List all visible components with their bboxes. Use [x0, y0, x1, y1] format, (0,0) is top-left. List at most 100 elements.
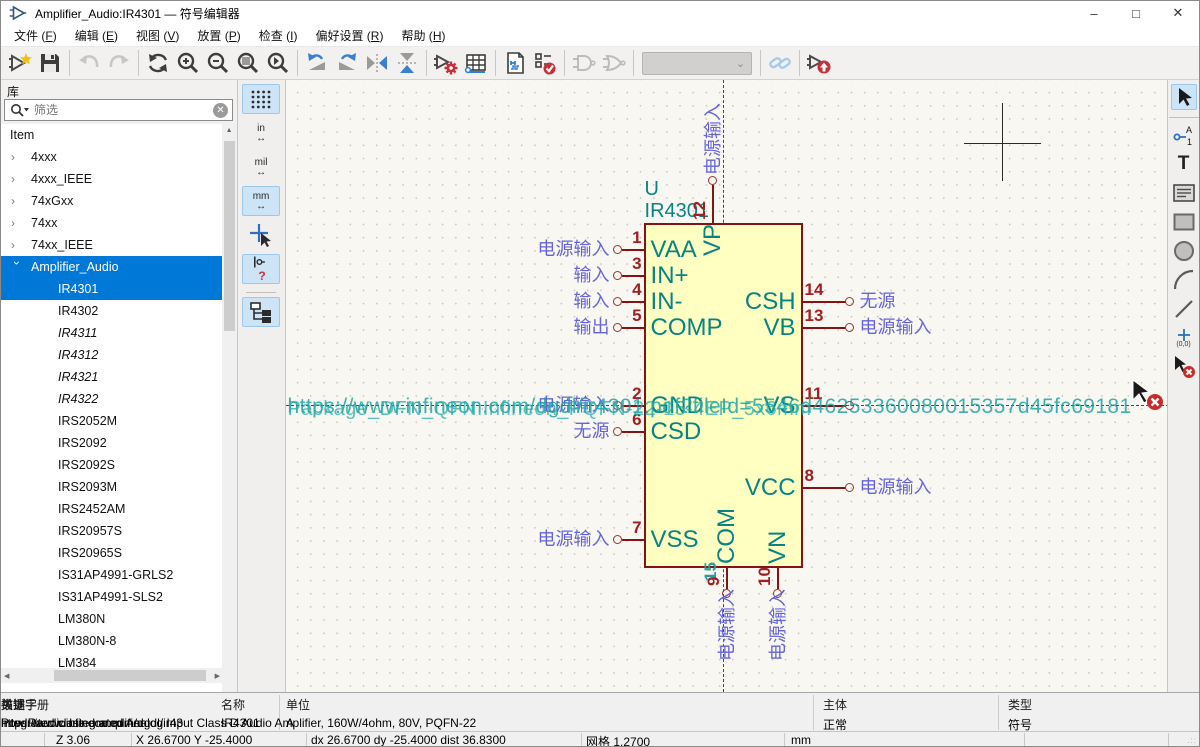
- symbol-properties-button[interactable]: [431, 49, 461, 77]
- text-tool[interactable]: T: [1171, 151, 1197, 177]
- maximize-button[interactable]: □: [1115, 1, 1157, 25]
- zoom-selection-button[interactable]: [263, 49, 293, 77]
- delete-tool[interactable]: [1171, 354, 1197, 380]
- sync-pins-button[interactable]: [765, 49, 795, 77]
- pin-10-number[interactable]: 10: [755, 567, 774, 586]
- tree-item-IR4311[interactable]: IR4311: [1, 322, 223, 344]
- tree-item-LM380N[interactable]: LM380N: [1, 608, 223, 630]
- pin-7-number[interactable]: 7: [612, 519, 641, 537]
- tree-vertical-scrollbar[interactable]: ▲ ▼: [221, 124, 237, 746]
- tree-item-IRS2052M[interactable]: IRS2052M: [1, 410, 223, 432]
- arc-tool[interactable]: [1171, 267, 1197, 293]
- expander-icon[interactable]: ›: [11, 216, 23, 230]
- refresh-view-button[interactable]: [143, 49, 173, 77]
- pin-7-type-label[interactable]: 电源输入: [412, 530, 610, 548]
- tree-item-IRS2092[interactable]: IRS2092: [1, 432, 223, 454]
- pin-5-type-label[interactable]: 输出: [412, 318, 610, 336]
- pin-13-number[interactable]: 13: [805, 307, 841, 325]
- pin-3-line[interactable]: [621, 275, 644, 277]
- save-button[interactable]: [35, 49, 65, 77]
- pin-9-name[interactable]: COM: [713, 508, 740, 564]
- pin-4-number[interactable]: 4: [612, 281, 641, 299]
- pin-10-line[interactable]: [776, 568, 779, 589]
- pin-10-type-label[interactable]: 电源输入: [768, 589, 788, 661]
- pin-9-line[interactable]: [725, 568, 728, 589]
- redo-button[interactable]: [104, 49, 134, 77]
- tree-item-IR4302[interactable]: IR4302: [1, 300, 223, 322]
- tree-item-74xx_IEEE[interactable]: › 74xx_IEEE: [1, 234, 223, 256]
- tree-item-4xxx_IEEE[interactable]: › 4xxx_IEEE: [1, 168, 223, 190]
- editor-canvas[interactable]: U IR4301 1 VAA 电源输入 3 IN+ 输入 4 IN- 输入 5 COMP 输出 2 GND…: [285, 80, 1168, 692]
- rectangle-tool[interactable]: [1171, 209, 1197, 235]
- pin-14-number[interactable]: 14: [805, 281, 841, 299]
- pin-7-name[interactable]: VSS: [651, 527, 699, 553]
- pin-14-type-label[interactable]: 无源: [860, 292, 896, 310]
- close-button[interactable]: ✕: [1157, 1, 1199, 25]
- menu-H[interactable]: 帮助 (H): [392, 25, 454, 46]
- tree-item-IR4312[interactable]: IR4312: [1, 344, 223, 366]
- mirror-vertical-button[interactable]: [392, 49, 422, 77]
- pin-7-line[interactable]: [621, 539, 644, 541]
- pin-6-name[interactable]: CSD: [651, 419, 702, 445]
- pin-6-line[interactable]: [621, 431, 644, 433]
- menu-V[interactable]: 视图 (V): [127, 25, 188, 46]
- pin-13-type-label[interactable]: 电源输入: [860, 318, 932, 336]
- tree-item-IRS2092S[interactable]: IRS2092S: [1, 454, 223, 476]
- pin-8-number[interactable]: 8: [805, 467, 841, 485]
- pin-4-type-label[interactable]: 输入: [412, 292, 610, 310]
- pin-3-name[interactable]: IN+: [651, 263, 689, 289]
- pin-3-number[interactable]: 3: [612, 255, 641, 273]
- tree-item-IRS2093M[interactable]: IRS2093M: [1, 476, 223, 498]
- anchor-tool[interactable]: (0,0): [1171, 325, 1197, 351]
- pin-12-number[interactable]: 12: [690, 201, 709, 220]
- expander-icon[interactable]: ›: [11, 172, 23, 186]
- expander-icon[interactable]: ›: [11, 194, 23, 208]
- vscroll-thumb[interactable]: [223, 141, 235, 331]
- pin-4-line[interactable]: [621, 301, 644, 303]
- undo-button[interactable]: [74, 49, 104, 77]
- pin-13-circle[interactable]: [844, 323, 854, 332]
- select-tool[interactable]: [1170, 84, 1197, 110]
- units-mm-button[interactable]: mm ↔: [242, 186, 281, 216]
- grid-toggle-button[interactable]: [242, 84, 281, 114]
- expander-icon[interactable]: ›: [11, 238, 23, 252]
- pin-9-type-label[interactable]: 电源输入: [717, 589, 737, 661]
- pin-8-circle[interactable]: [844, 483, 854, 492]
- pin-tool[interactable]: A1: [1171, 122, 1197, 148]
- tree-item-IR4321[interactable]: IR4321: [1, 366, 223, 388]
- pin-1-number[interactable]: 1: [612, 229, 641, 247]
- menu-E[interactable]: 编辑 (E): [66, 25, 127, 46]
- pin-3-type-label[interactable]: 输入: [412, 266, 610, 284]
- erc-check-button[interactable]: [530, 49, 560, 77]
- clear-filter-icon[interactable]: ✕: [213, 102, 228, 118]
- pin-5-line[interactable]: [621, 327, 644, 329]
- expander-icon[interactable]: ›: [11, 150, 23, 164]
- pin-5-number[interactable]: 5: [612, 307, 641, 325]
- pin-13-line[interactable]: [802, 327, 846, 329]
- rotate-cw-button[interactable]: [332, 49, 362, 77]
- tree-item-4xxx[interactable]: › 4xxx: [1, 146, 223, 168]
- datasheet-button[interactable]: [500, 49, 530, 77]
- pin-14-name[interactable]: CSH: [676, 289, 796, 315]
- pin-9-number[interactable]: 9: [704, 577, 723, 586]
- pin-table-button[interactable]: [461, 49, 491, 77]
- minimize-button[interactable]: –: [1073, 1, 1115, 25]
- pin-14-line[interactable]: [802, 301, 846, 303]
- tree-item-LM380N-8[interactable]: LM380N-8: [1, 630, 223, 652]
- symbol-reference[interactable]: U: [645, 178, 659, 201]
- rotate-ccw-button[interactable]: [302, 49, 332, 77]
- tree-item-IS31AP4991-GRLS2[interactable]: IS31AP4991-GRLS2: [1, 564, 223, 586]
- pin-12-circle[interactable]: [707, 176, 717, 185]
- demorgan-alternate-button[interactable]: [599, 49, 629, 77]
- pin-12-line[interactable]: [711, 185, 714, 223]
- pin-12-name[interactable]: VP: [699, 224, 726, 256]
- pin-electrical-type-toggle[interactable]: ?: [242, 254, 281, 284]
- library-filter-input[interactable]: [34, 103, 213, 117]
- menu-P[interactable]: 放置 (P): [188, 25, 249, 46]
- zoom-in-button[interactable]: [173, 49, 203, 77]
- tree-item-Amplifier_Audio[interactable]: › Amplifier_Audio: [1, 256, 223, 278]
- zoom-fit-button[interactable]: [233, 49, 263, 77]
- pin-10-name[interactable]: VN: [764, 531, 791, 564]
- menu-R[interactable]: 偏好设置 (R): [306, 25, 392, 46]
- units-mils-button[interactable]: mil ↔: [242, 152, 280, 182]
